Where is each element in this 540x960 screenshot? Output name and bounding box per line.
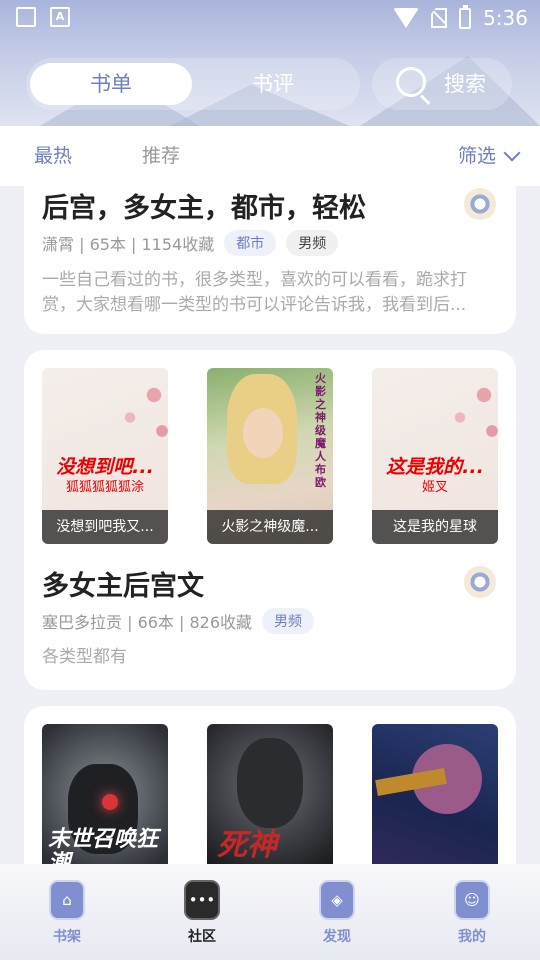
booklist-title: 后宫，多女主，都市，轻松: [42, 193, 366, 224]
filter-button[interactable]: 筛选: [457, 126, 521, 186]
tab-review[interactable]: 书评: [192, 58, 354, 110]
tag: 男频: [262, 608, 315, 634]
sort-hot-tab[interactable]: 最热: [34, 126, 72, 186]
wifi-icon: [393, 8, 420, 28]
home-icon: ⌂: [49, 880, 85, 920]
image-icon: [16, 7, 36, 27]
booklist-card[interactable]: 没想到吧... 狐狐狐狐狐涂 没想到吧我又... 火影之神级魔人布欧 火影之神级…: [24, 350, 516, 690]
booklist-title: 多女主后宫文: [42, 571, 204, 602]
nav-label: 我的: [458, 929, 486, 945]
booklist-description: 各类型都有: [42, 647, 127, 667]
glow-decoration: [102, 794, 118, 810]
nav-label: 发现: [323, 929, 351, 945]
bottom-navigation: ⌂ 书架 ••• 社区 ◈ 发现 ☺ 我的: [0, 864, 540, 960]
filter-label: 筛选: [457, 145, 496, 167]
user-icon: ☺: [454, 880, 490, 920]
cover-author: 姬叉: [421, 480, 448, 495]
book-cover[interactable]: 这是我的... 姬叉 这是我的星球: [372, 368, 498, 544]
status-time: 5:36: [483, 6, 528, 30]
cover-title: 火影之神级魔人布欧: [315, 372, 326, 489]
tag: 都市: [224, 230, 277, 256]
chevron-down-icon: [503, 144, 521, 162]
status-bar: A 5:36: [0, 0, 540, 36]
nav-bookshelf[interactable]: ⌂ 书架: [22, 864, 112, 960]
search-icon: [396, 67, 426, 97]
search-button[interactable]: 搜索: [372, 58, 512, 110]
cover-title: 死神: [217, 828, 277, 863]
nav-label: 社区: [188, 929, 216, 945]
badge-icon: [464, 188, 496, 220]
nav-discover[interactable]: ◈ 发现: [292, 864, 382, 960]
sim-icon: [431, 8, 448, 28]
badge-icon: [464, 566, 496, 598]
cover-title: 这是我的...: [386, 456, 484, 478]
nav-label: 书架: [53, 929, 81, 945]
cover-title: 没想到吧...: [56, 456, 154, 478]
book-caption: 火影之神级魔...: [207, 510, 333, 544]
booklist-description: 一些自己看过的书，很多类型，喜欢的可以看看，跪求打赏，大家想看哪一类型的书可以评…: [42, 270, 467, 315]
book-cover[interactable]: 没想到吧... 狐狐狐狐狐涂 没想到吧我又...: [42, 368, 168, 544]
blossom-decoration: [428, 368, 498, 458]
tab-bar: 书单 书评: [26, 58, 360, 110]
nav-community[interactable]: ••• 社区: [157, 864, 247, 960]
tag: 男频: [286, 230, 339, 256]
book-caption: 没想到吧我又...: [42, 510, 168, 544]
search-label: 搜索: [444, 72, 486, 96]
blossom-decoration: [98, 368, 168, 458]
a-icon: A: [50, 7, 70, 27]
tab-booklist[interactable]: 书单: [30, 63, 192, 105]
cover-author: 狐狐狐狐狐涂: [65, 480, 144, 495]
chat-icon: •••: [184, 880, 220, 920]
book-cover[interactable]: 火影之神级魔人布欧 火影之神级魔...: [207, 368, 333, 544]
nav-profile[interactable]: ☺ 我的: [427, 864, 517, 960]
character-face: [243, 408, 283, 458]
battery-icon: [459, 4, 472, 29]
sort-recommend-tab[interactable]: 推荐: [142, 126, 180, 186]
character-art: [237, 738, 303, 828]
filter-bar: 最热 推荐 筛选: [0, 126, 540, 186]
compass-icon: ◈: [319, 880, 355, 920]
book-caption: 这是我的星球: [372, 510, 498, 544]
booklist-meta: 塞巴多拉贡 | 66本 | 826收藏: [42, 613, 253, 632]
booklist-meta: 潇霄 | 65本 | 1154收藏: [42, 235, 215, 254]
